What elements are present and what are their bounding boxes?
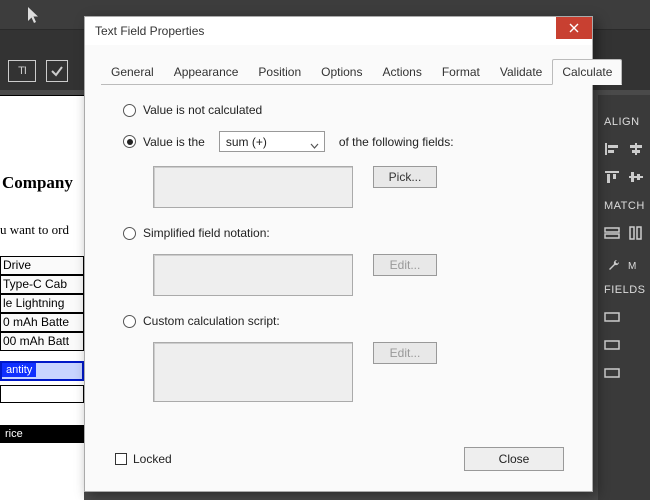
close-icon[interactable] [556,17,592,39]
radio-label: Value is the [143,135,205,149]
text-field-properties-dialog: Text Field Properties General Appearance… [84,16,593,492]
aggregate-value: sum (+) [226,135,267,149]
dark-field-label: rice [5,428,23,440]
radio-icon [123,104,136,117]
checkbox-icon [115,453,127,465]
dialog-titlebar[interactable]: Text Field Properties [85,17,592,45]
table-row[interactable]: 00 mAh Batt [0,332,84,351]
radio-label: Value is not calculated [143,103,262,117]
align-top-icon[interactable] [604,170,620,184]
calculate-tab-content: Value is not calculated Value is the sum… [101,85,576,439]
tools-header[interactable]: M [598,250,650,278]
align-left-icon[interactable] [604,142,620,156]
radio-simplified[interactable]: Simplified field notation: [123,226,562,240]
tab-calculate[interactable]: Calculate [552,59,622,85]
close-button[interactable]: Close [464,447,564,471]
edit-simplified-button: Edit... [373,254,437,276]
match-heading: MATCH [598,194,650,222]
edit-label: Edit... [390,258,421,272]
dialog-body: General Appearance Position Options Acti… [85,45,592,491]
radio-custom-script[interactable]: Custom calculation script: [123,314,562,328]
tab-options[interactable]: Options [311,59,372,85]
selected-field-label: antity [2,363,36,377]
pick-label: Pick... [389,170,422,184]
fields-heading: FIELDS [598,278,650,306]
dark-form-field[interactable]: rice [0,425,84,443]
dialog-footer: Locked Close [101,439,576,479]
tab-format[interactable]: Format [432,59,490,85]
selected-fields-list[interactable] [153,166,353,208]
tab-actions[interactable]: Actions [372,59,431,85]
custom-script-box [153,342,353,402]
simplified-expression-box [153,254,353,296]
radio-label: Simplified field notation: [143,226,270,240]
item-cells: Drive Type-C Cab le Lightning 0 mAh Batt… [0,256,84,443]
table-row[interactable]: le Lightning [0,294,84,313]
tab-general[interactable]: General [101,59,164,85]
align-heading: ALIGN [598,110,650,138]
tab-validate[interactable]: Validate [490,59,552,85]
pick-button[interactable]: Pick... [373,166,437,188]
textfield-tool-icon[interactable]: TI [8,60,36,82]
table-row[interactable] [0,385,84,403]
tab-appearance[interactable]: Appearance [164,59,249,85]
field-item-icon[interactable] [604,338,620,352]
radio-label: Custom calculation script: [143,314,280,328]
radio-icon [123,227,136,240]
company-heading: Company [2,173,73,193]
field-item-icon[interactable] [604,310,620,324]
right-panel: ALIGN MATCH M FIELDS [598,95,650,500]
field-item-icon[interactable] [604,366,620,380]
locked-label: Locked [133,452,172,466]
arrow-cursor-icon[interactable] [26,6,42,24]
selected-form-field[interactable]: antity [0,361,84,381]
locked-checkbox[interactable]: Locked [115,452,172,466]
close-label: Close [499,452,530,466]
chevron-down-icon [310,138,319,144]
radio-icon [123,315,136,328]
edit-script-button: Edit... [373,342,437,364]
aggregate-select[interactable]: sum (+) [219,131,325,152]
tab-position[interactable]: Position [248,59,311,85]
table-row[interactable]: 0 mAh Batte [0,313,84,332]
tab-strip: General Appearance Position Options Acti… [101,59,576,85]
order-text: u want to ord [0,222,69,238]
radio-value-is-the[interactable]: Value is the sum (+) of the following fi… [123,131,562,152]
document-preview: Company u want to ord Drive Type-C Cab l… [0,95,84,500]
tools-letter: M [628,261,636,272]
radio-not-calculated[interactable]: Value is not calculated [123,103,562,117]
match-height-icon[interactable] [628,226,644,240]
table-row[interactable]: Type-C Cab [0,275,84,294]
edit-label: Edit... [390,346,421,360]
align-center-icon[interactable] [628,142,644,156]
tool-ti-label: TI [18,65,26,77]
dialog-title: Text Field Properties [95,24,204,38]
of-following-label: of the following fields: [339,135,454,149]
match-width-icon[interactable] [604,226,620,240]
checkbox-tool-icon[interactable] [46,60,68,82]
radio-icon [123,135,136,148]
align-middle-icon[interactable] [628,170,644,184]
table-row[interactable]: Drive [0,256,84,275]
